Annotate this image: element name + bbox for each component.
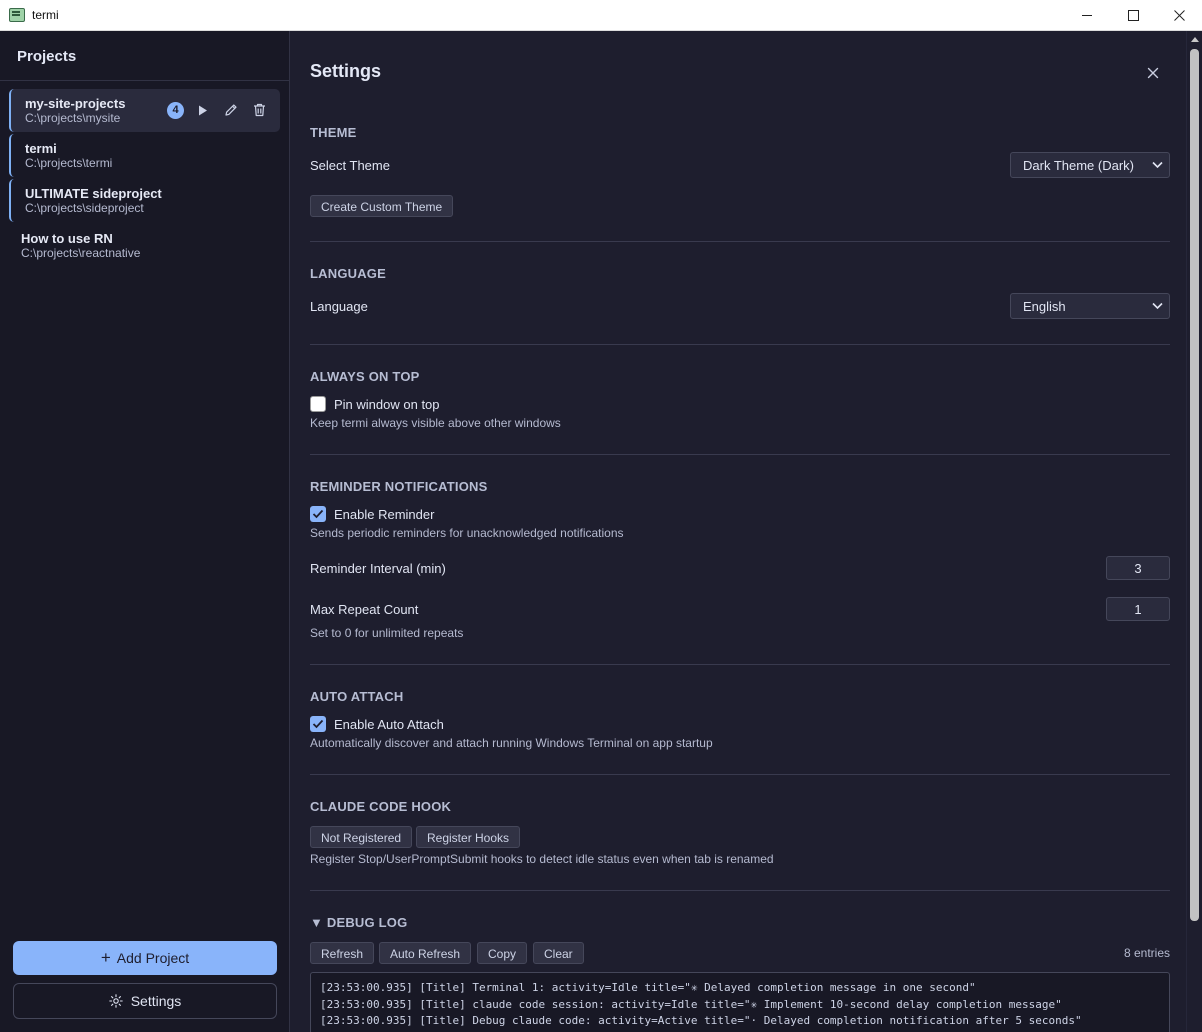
title-bar: termi: [0, 0, 1202, 31]
select-theme-label: Select Theme: [310, 158, 390, 173]
refresh-button[interactable]: Refresh: [310, 942, 375, 964]
gear-icon: [108, 994, 123, 1008]
divider: [310, 454, 1170, 455]
settings-button[interactable]: Settings: [13, 983, 277, 1019]
project-actions: 4: [167, 101, 268, 119]
project-path: C:\projects\reactnative: [21, 246, 141, 260]
claude-hook-description: Register Stop/UserPromptSubmit hooks to …: [310, 852, 774, 866]
register-hooks-button[interactable]: Register Hooks: [416, 826, 521, 848]
window-close-button[interactable]: [1156, 0, 1202, 31]
log-line: [23:53:00.935] [Title] Debug claude code…: [320, 1014, 1082, 1027]
settings-label: Settings: [130, 993, 182, 1009]
scrollbar[interactable]: [1186, 31, 1202, 1032]
debug-log-toggle[interactable]: ▼ DEBUG LOG: [310, 915, 407, 930]
chevron-down-icon: [1152, 161, 1163, 169]
theme-select[interactable]: Dark Theme (Dark): [1010, 152, 1170, 178]
plus-icon: +: [100, 948, 111, 967]
scrollbar-thumb[interactable]: [1190, 49, 1199, 921]
edit-button[interactable]: [222, 101, 240, 119]
maximize-button[interactable]: [1110, 0, 1156, 31]
window-title: termi: [32, 8, 59, 22]
chevron-down-icon: [1152, 302, 1163, 310]
close-icon: [1147, 67, 1159, 79]
max-repeat-input[interactable]: 1: [1106, 597, 1170, 621]
checkmark-icon: [312, 509, 324, 519]
enable-reminder-label[interactable]: Enable Reminder: [334, 507, 434, 522]
max-repeat-label: Max Repeat Count: [310, 602, 419, 617]
claude-hook-section-title: CLAUDE CODE HOOK: [310, 799, 452, 814]
trash-icon: [253, 103, 265, 117]
auto-attach-description: Automatically discover and attach runnin…: [310, 736, 713, 750]
delete-button[interactable]: [250, 101, 268, 119]
log-line: [23:53:00.935] [Title] claude code sessi…: [320, 997, 1062, 1011]
project-item-how-to-use-rn[interactable]: How to use RN C:\projects\reactnative: [9, 224, 280, 267]
play-icon: [199, 105, 207, 115]
copy-button[interactable]: Copy: [477, 942, 528, 964]
sidebar-footer: + Add Project Settings: [13, 941, 277, 1019]
window-controls: [1064, 0, 1202, 31]
enable-reminder-checkbox[interactable]: [310, 506, 326, 522]
divider: [310, 890, 1170, 891]
theme-select-value: Dark Theme (Dark): [1023, 158, 1135, 173]
language-select[interactable]: English: [1010, 293, 1170, 319]
project-list: my-site-projects C:\projects\mysite 4 te…: [0, 81, 289, 267]
project-name: ULTIMATE sideproject: [25, 186, 162, 201]
play-button[interactable]: [194, 101, 212, 119]
divider: [310, 241, 1170, 242]
hook-status-button[interactable]: Not Registered: [310, 826, 413, 848]
checkmark-icon: [312, 719, 324, 729]
language-section-title: LANGUAGE: [310, 266, 386, 281]
project-item-termi[interactable]: termi C:\projects\termi: [9, 134, 280, 177]
divider: [310, 344, 1170, 345]
always-on-top-section-title: ALWAYS ON TOP: [310, 369, 420, 384]
reminder-interval-label: Reminder Interval (min): [310, 561, 446, 576]
divider: [310, 774, 1170, 775]
close-icon: [1173, 10, 1185, 21]
pin-window-label[interactable]: Pin window on top: [334, 397, 440, 412]
project-path: C:\projects\termi: [25, 156, 113, 170]
add-project-button[interactable]: + Add Project: [13, 941, 277, 975]
sidebar-title: Projects: [0, 31, 289, 81]
debug-log-output[interactable]: [23:53:00.935] [Title] Terminal 1: activ…: [310, 972, 1170, 1032]
enable-auto-attach-label[interactable]: Enable Auto Attach: [334, 717, 444, 732]
project-item-ultimate-sideproject[interactable]: ULTIMATE sideproject C:\projects\sidepro…: [9, 179, 280, 222]
add-project-label: Add Project: [116, 950, 190, 966]
session-count-badge: 4: [167, 101, 184, 119]
pin-window-checkbox[interactable]: [310, 396, 326, 412]
page-title: Settings: [310, 61, 382, 81]
scroll-up-arrow-icon[interactable]: [1191, 37, 1199, 42]
theme-section-title: THEME: [310, 125, 357, 140]
enable-reminder-description: Sends periodic reminders for unacknowled…: [310, 526, 624, 540]
pin-window-description: Keep termi always visible above other wi…: [310, 416, 561, 430]
project-item-my-site-projects[interactable]: my-site-projects C:\projects\mysite 4: [9, 89, 280, 132]
reminder-interval-input[interactable]: 3: [1106, 556, 1170, 580]
sidebar: Projects my-site-projects C:\projects\my…: [0, 31, 290, 1032]
log-entries-count: 8 entries: [1123, 946, 1170, 960]
minimize-button[interactable]: [1064, 0, 1110, 31]
max-repeat-hint: Set to 0 for unlimited repeats: [310, 626, 464, 640]
maximize-icon: [1127, 10, 1139, 21]
log-line: [23:53:00.935] [Title] Terminal 1: activ…: [320, 981, 976, 994]
auto-refresh-button[interactable]: Auto Refresh: [379, 942, 472, 964]
clear-button[interactable]: Clear: [533, 942, 584, 964]
close-settings-button[interactable]: [1144, 64, 1162, 82]
project-name: termi: [25, 141, 57, 156]
pencil-icon: [225, 104, 237, 116]
language-select-value: English: [1023, 299, 1066, 314]
project-name: How to use RN: [21, 231, 113, 246]
create-custom-theme-button[interactable]: Create Custom Theme: [310, 195, 454, 217]
reminder-section-title: REMINDER NOTIFICATIONS: [310, 479, 488, 494]
language-label: Language: [310, 299, 368, 314]
auto-attach-section-title: AUTO ATTACH: [310, 689, 404, 704]
enable-auto-attach-checkbox[interactable]: [310, 716, 326, 732]
terminal-app-icon: [9, 8, 25, 22]
settings-panel: Settings THEME Select Theme Dark Theme (…: [291, 31, 1186, 1032]
project-path: C:\projects\sideproject: [25, 201, 144, 215]
divider: [310, 664, 1170, 665]
minimize-icon: [1081, 15, 1092, 16]
